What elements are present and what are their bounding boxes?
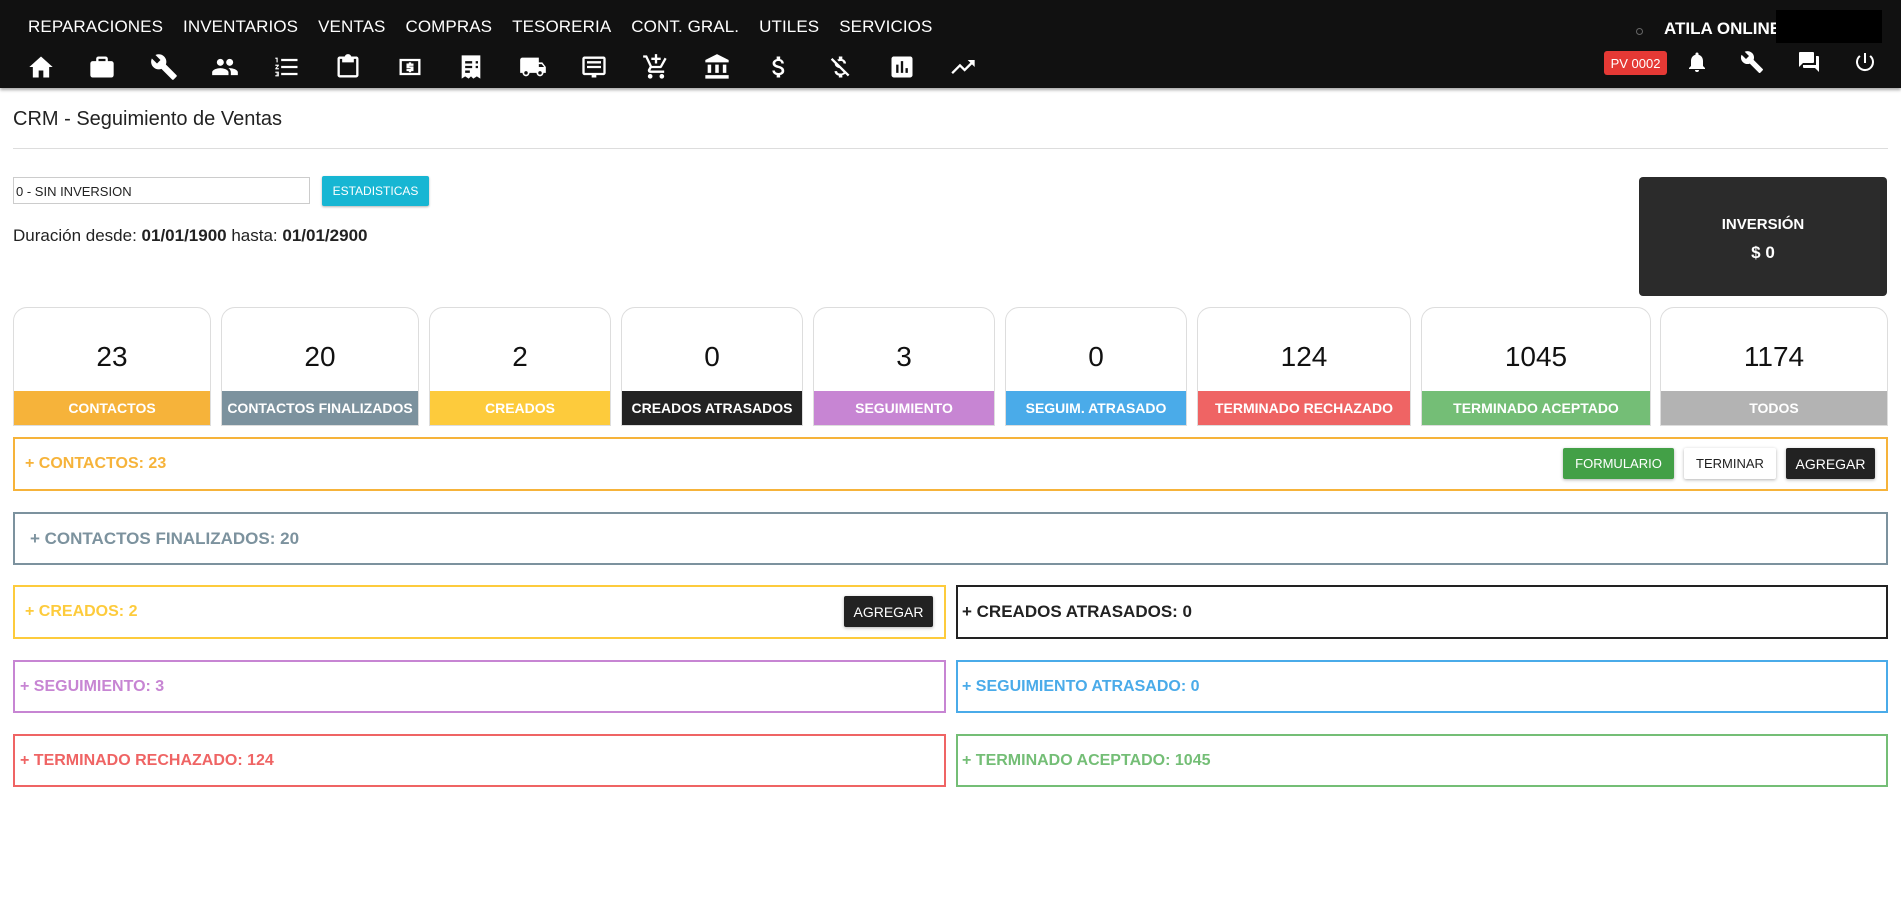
invoice-icon[interactable] <box>457 52 486 81</box>
redacted-box <box>1776 10 1882 43</box>
panel-aceptado-title: + TERMINADO ACEPTADO: 1045 <box>962 751 1211 769</box>
menu-cont-gral[interactable]: CONT. GRAL. <box>631 17 739 37</box>
clipboard-icon[interactable] <box>334 52 363 81</box>
card-contactos-finalizados[interactable]: 20 CONTACTOS FINALIZADOS <box>221 307 419 426</box>
power-icon[interactable] <box>1853 50 1881 78</box>
menu-inventarios[interactable]: INVENTARIOS <box>183 17 298 37</box>
status-dot <box>1636 28 1643 35</box>
main-menu: REPARACIONES INVENTARIOS VENTAS COMPRAS … <box>28 17 952 37</box>
duration-to: 01/01/2900 <box>282 226 368 245</box>
panel-finalizados-title: + CONTACTOS FINALIZADOS: 20 <box>30 528 300 548</box>
investment-value: $ 0 <box>1751 243 1775 262</box>
card-value: 1174 <box>1743 341 1805 372</box>
card-terminado-rechazado[interactable]: 124 TERMINADO RECHAZADO <box>1197 307 1411 426</box>
home-icon[interactable] <box>26 52 55 81</box>
terminar-button[interactable]: TERMINAR <box>1684 448 1776 479</box>
investment-box: INVERSIÓN $ 0 <box>1639 177 1887 296</box>
investment-select[interactable]: 0 - SIN INVERSION <box>13 177 310 204</box>
duration-text: Duración desde: 01/01/1900 hasta: 01/01/… <box>13 226 367 246</box>
settings-wrench-icon[interactable] <box>1740 50 1768 78</box>
card-creados[interactable]: 2 CREADOS <box>429 307 611 426</box>
formulario-button[interactable]: FORMULARIO <box>1563 448 1674 479</box>
wrench-icon[interactable] <box>149 52 178 81</box>
people-icon[interactable] <box>211 52 240 81</box>
card-label: TERMINADO RECHAZADO <box>1198 391 1410 425</box>
panel-creados-atrasados[interactable]: + CREADOS ATRASADOS: 0 <box>956 585 1888 639</box>
agregar-contactos-button[interactable]: AGREGAR <box>1786 448 1875 479</box>
cart-icon[interactable] <box>641 52 670 81</box>
card-label: CONTACTOS FINALIZADOS <box>222 391 418 425</box>
duration-from: 01/01/1900 <box>141 226 227 245</box>
list-icon[interactable] <box>272 52 301 81</box>
money-icon[interactable] <box>395 52 424 81</box>
card-value: 23 <box>96 341 128 372</box>
card-value: 0 <box>704 341 720 372</box>
card-contactos[interactable]: 23 CONTACTOS <box>13 307 211 426</box>
panel-terminado-aceptado[interactable]: + TERMINADO ACEPTADO: 1045 <box>956 734 1888 787</box>
menu-ventas[interactable]: VENTAS <box>318 17 385 37</box>
card-value: 3 <box>896 341 912 372</box>
divider <box>13 148 1888 149</box>
menu-compras[interactable]: COMPRAS <box>405 17 492 37</box>
panel-seguimiento[interactable]: + SEGUIMIENTO: 3 <box>13 660 946 713</box>
pv-badge[interactable]: PV 0002 <box>1604 51 1667 75</box>
panel-seguimiento-title: + SEGUIMIENTO: 3 <box>20 677 165 695</box>
card-label: TERMINADO ACEPTADO <box>1422 391 1650 425</box>
receipt-icon[interactable] <box>580 52 609 81</box>
duration-prefix: Duración desde: <box>13 226 142 245</box>
card-creados-atrasados[interactable]: 0 CREADOS ATRASADOS <box>621 307 803 426</box>
page-title: CRM - Seguimiento de Ventas <box>13 108 283 130</box>
bar-chart-icon[interactable] <box>887 52 916 81</box>
agregar-creados-button[interactable]: AGREGAR <box>844 596 933 627</box>
user-name: ATILA ONLINE <box>1664 19 1782 38</box>
briefcase-icon[interactable] <box>88 52 117 81</box>
card-terminado-aceptado[interactable]: 1045 TERMINADO ACEPTADO <box>1421 307 1651 426</box>
panel-creados[interactable]: + CREADOS: 2 <box>13 585 946 639</box>
panel-terminado-rechazado[interactable]: + TERMINADO RECHAZADO: 124 <box>13 734 946 787</box>
dollar-off-icon[interactable] <box>826 52 855 81</box>
panel-creados-atrasados-title: + CREADOS ATRASADOS: 0 <box>962 602 1192 621</box>
card-todos[interactable]: 1174 TODOS <box>1660 307 1888 426</box>
card-seguim-atrasado[interactable]: 0 SEGUIM. ATRASADO <box>1005 307 1187 426</box>
card-label: SEGUIM. ATRASADO <box>1006 391 1186 425</box>
panel-contactos-title: + CONTACTOS: 23 <box>25 455 167 472</box>
panel-seguimiento-atrasado-title: + SEGUIMIENTO ATRASADO: 0 <box>962 677 1200 695</box>
card-value: 20 <box>304 341 336 372</box>
card-value: 0 <box>1088 341 1104 372</box>
menu-servicios[interactable]: SERVICIOS <box>839 17 932 37</box>
panel-creados-title: + CREADOS: 2 <box>25 603 138 620</box>
card-value: 1045 <box>1504 341 1568 372</box>
card-label: CREADOS ATRASADOS <box>622 391 802 425</box>
toolbar-icons <box>26 52 1010 81</box>
top-navbar: REPARACIONES INVENTARIOS VENTAS COMPRAS … <box>0 0 1901 88</box>
chat-icon[interactable] <box>1797 50 1825 78</box>
panel-rechazado-title: + TERMINADO RECHAZADO: 124 <box>20 751 274 769</box>
card-label: TODOS <box>1661 391 1887 425</box>
card-label: SEGUIMIENTO <box>814 391 994 425</box>
menu-utiles[interactable]: UTILES <box>759 17 819 37</box>
card-seguimiento[interactable]: 3 SEGUIMIENTO <box>813 307 995 426</box>
bell-icon[interactable] <box>1685 50 1713 78</box>
trending-icon[interactable] <box>949 52 978 81</box>
card-value: 2 <box>512 341 528 372</box>
panel-seguimiento-atrasado[interactable]: + SEGUIMIENTO ATRASADO: 0 <box>956 660 1888 713</box>
card-label: CREADOS <box>430 391 610 425</box>
card-label: CONTACTOS <box>14 391 210 425</box>
dollar-icon[interactable] <box>764 52 793 81</box>
duration-middle: hasta: <box>226 226 283 245</box>
card-value: 124 <box>1280 341 1328 372</box>
menu-reparaciones[interactable]: REPARACIONES <box>28 17 163 37</box>
truck-icon[interactable] <box>518 52 547 81</box>
panel-contactos-finalizados[interactable]: + CONTACTOS FINALIZADOS: 20 <box>13 512 1888 565</box>
menu-tesoreria[interactable]: TESORERIA <box>512 17 611 37</box>
bank-icon[interactable] <box>703 52 732 81</box>
stats-button[interactable]: ESTADISTICAS <box>322 176 429 206</box>
investment-label: INVERSIÓN <box>1721 216 1805 233</box>
